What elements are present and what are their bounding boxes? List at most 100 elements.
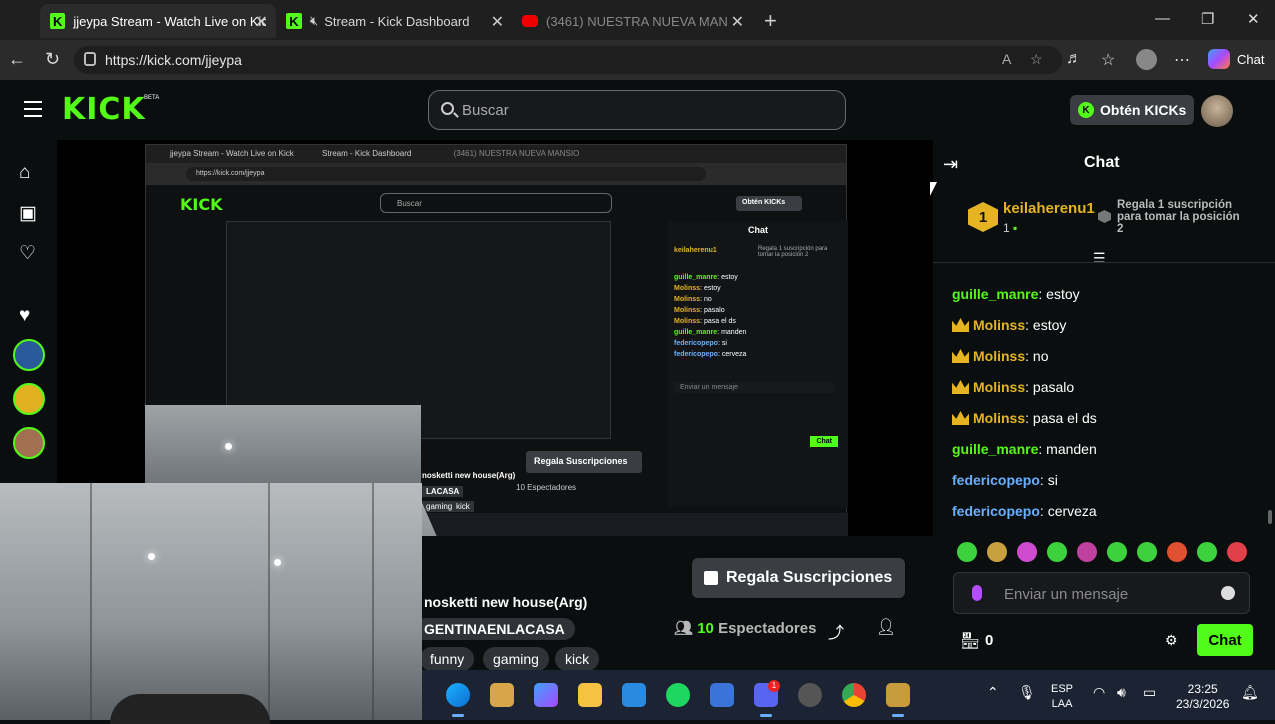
emote-icon[interactable]	[1227, 542, 1247, 562]
nested-msg-user: Molinss	[674, 285, 701, 292]
app-icon[interactable]	[490, 683, 514, 707]
emoji-picker-icon[interactable]	[1221, 586, 1235, 600]
notifications-bell-icon[interactable]: 🔔︎	[1241, 684, 1259, 701]
nested-msg-text: manden	[721, 329, 747, 336]
emote-icon[interactable]	[1197, 542, 1217, 562]
tab-kick-dashboard[interactable]: K 🔇︎ Stream - Kick Dashboard ✕	[276, 4, 512, 38]
volume-icon[interactable]: 🔊︎	[1117, 684, 1126, 701]
site-info-icon[interactable]	[84, 52, 96, 66]
kick-logo[interactable]: KICK	[62, 92, 146, 127]
chat-username[interactable]: Molinss	[973, 379, 1025, 395]
tag-kick[interactable]: kick	[555, 647, 600, 671]
chat-message: Molinss: pasa el ds	[952, 410, 1097, 426]
followed-channel-avatar[interactable]	[13, 383, 45, 415]
home-icon[interactable]: ⌂	[19, 162, 30, 184]
tab-kick-stream[interactable]: K jjeypa Stream - Watch Live on Kick ✕	[40, 4, 276, 38]
system-clock[interactable]: 23:25 23/3/2026	[1176, 682, 1229, 712]
refresh-icon[interactable]: ↻	[45, 49, 60, 70]
store-icon[interactable]: 🏪︎	[960, 631, 980, 651]
emote-icon[interactable]	[1077, 542, 1097, 562]
close-tab-icon[interactable]: ✕	[491, 12, 504, 32]
collapse-chat-icon[interactable]: ⇥	[943, 154, 958, 175]
store-app-icon[interactable]	[710, 683, 734, 707]
microphone-tray-icon[interactable]: 🎙︎	[1018, 684, 1036, 701]
pinned-gift-info: Regala 1 suscripción para tomar la posic…	[1117, 199, 1240, 235]
copilot-app-icon[interactable]	[534, 683, 558, 707]
hamburger-menu-icon[interactable]	[24, 101, 42, 122]
send-chat-button[interactable]: Chat	[1197, 624, 1253, 656]
read-aloud-icon[interactable]: A	[1002, 51, 1011, 67]
gift-subscriptions-label: Regala Suscripciones	[726, 569, 893, 586]
follow-user-icon[interactable]: 👤︎	[876, 617, 896, 637]
wifi-icon[interactable]: ◠	[1093, 684, 1105, 701]
notepad-icon[interactable]	[622, 683, 646, 707]
close-window-icon[interactable]: ✕	[1247, 10, 1260, 28]
copilot-chat-button[interactable]: Chat	[1237, 52, 1264, 67]
chat-settings-gear-icon[interactable]: ⚙	[1165, 632, 1178, 649]
browse-icon[interactable]: ▣	[19, 202, 37, 225]
following-icon[interactable]: ♡	[19, 242, 36, 265]
favorite-star-icon[interactable]: ☆	[1030, 51, 1043, 68]
more-menu-icon[interactable]: ⋯	[1174, 50, 1190, 70]
pinned-gifter-username[interactable]: keilaherenu1	[1003, 200, 1095, 217]
edge-icon[interactable]	[446, 683, 470, 717]
close-tab-icon[interactable]: ✕	[255, 12, 268, 32]
followed-channel-avatar[interactable]	[13, 339, 45, 371]
copilot-icon[interactable]	[1208, 49, 1230, 69]
channel-points: 0	[985, 632, 994, 649]
input-language[interactable]: ESP LAA	[1051, 682, 1073, 712]
chat-username[interactable]: guille_manre	[952, 286, 1038, 302]
nested-chat-title: Chat	[748, 225, 768, 235]
emote-icon[interactable]	[957, 542, 977, 562]
user-avatar[interactable]	[1201, 95, 1233, 127]
tag-funny[interactable]: funny	[420, 647, 475, 671]
emote-icon[interactable]	[1047, 542, 1067, 562]
chat-username[interactable]: Molinss	[973, 410, 1025, 426]
tab-youtube[interactable]: (3461) NUESTRA NUEVA MANSIO ✕	[512, 4, 752, 38]
chat-username[interactable]: guille_manre	[952, 441, 1038, 457]
category-tag[interactable]: GENTINAENLACASA	[414, 618, 575, 640]
chat-username[interactable]: federicopepo	[952, 503, 1040, 519]
microphone-icon[interactable]	[972, 585, 982, 601]
ceiling-light	[148, 553, 155, 560]
new-tab-icon[interactable]: +	[764, 8, 777, 34]
emote-icon[interactable]	[1017, 542, 1037, 562]
battery-icon[interactable]: ▭	[1143, 684, 1156, 701]
chrome-icon[interactable]	[842, 683, 866, 707]
nested-msg-text: estoy	[721, 274, 738, 281]
chat-scrollbar[interactable]	[1268, 510, 1272, 524]
emote-icon[interactable]	[1107, 542, 1127, 562]
file-explorer-icon[interactable]	[578, 683, 602, 707]
show-hidden-icons-icon[interactable]: ⌃	[987, 684, 999, 701]
league-of-legends-icon[interactable]	[886, 683, 910, 717]
spotify-icon[interactable]	[666, 683, 690, 707]
restore-icon[interactable]: ❐	[1201, 10, 1214, 28]
minimize-icon[interactable]: —	[1155, 10, 1170, 27]
nested-stream-title: nosketti new house(Arg)	[422, 471, 516, 480]
search-input[interactable]: Buscar	[428, 90, 846, 130]
ceiling-light	[225, 443, 232, 450]
tag-gaming[interactable]: gaming	[483, 647, 549, 671]
chat-username[interactable]: federicopepo	[952, 472, 1040, 488]
emote-icon[interactable]	[1167, 542, 1187, 562]
favorites-icon[interactable]: ☆	[1101, 50, 1115, 70]
chat-message-input[interactable]: Enviar un mensaje	[953, 572, 1250, 614]
chat-username[interactable]: Molinss	[973, 317, 1025, 333]
extensions-icon[interactable]: ♬	[1066, 50, 1082, 68]
url-bar[interactable]: https://kick.com/jjeypa A ☆	[74, 46, 1062, 74]
emote-icon[interactable]	[1137, 542, 1157, 562]
nested-msg-user: federicopepo	[674, 340, 718, 347]
followed-channel-avatar[interactable]	[13, 427, 45, 459]
back-icon[interactable]: ←	[8, 49, 26, 70]
share-icon[interactable]: ⤴	[828, 619, 844, 643]
nested-tab-title: Stream - Kick Dashboard	[321, 149, 412, 158]
get-kicks-button[interactable]: K Obtén KICKs	[1070, 95, 1194, 125]
search-icon	[441, 102, 454, 115]
gift-subscriptions-button[interactable]: Regala Suscripciones	[692, 558, 905, 598]
chat-username[interactable]: Molinss	[973, 348, 1025, 364]
muted-speaker-icon[interactable]: 🔇︎	[310, 13, 318, 29]
emote-icon[interactable]	[987, 542, 1007, 562]
profile-avatar[interactable]	[1136, 49, 1157, 70]
close-tab-icon[interactable]: ✕	[731, 12, 744, 32]
obs-icon[interactable]	[798, 683, 822, 707]
